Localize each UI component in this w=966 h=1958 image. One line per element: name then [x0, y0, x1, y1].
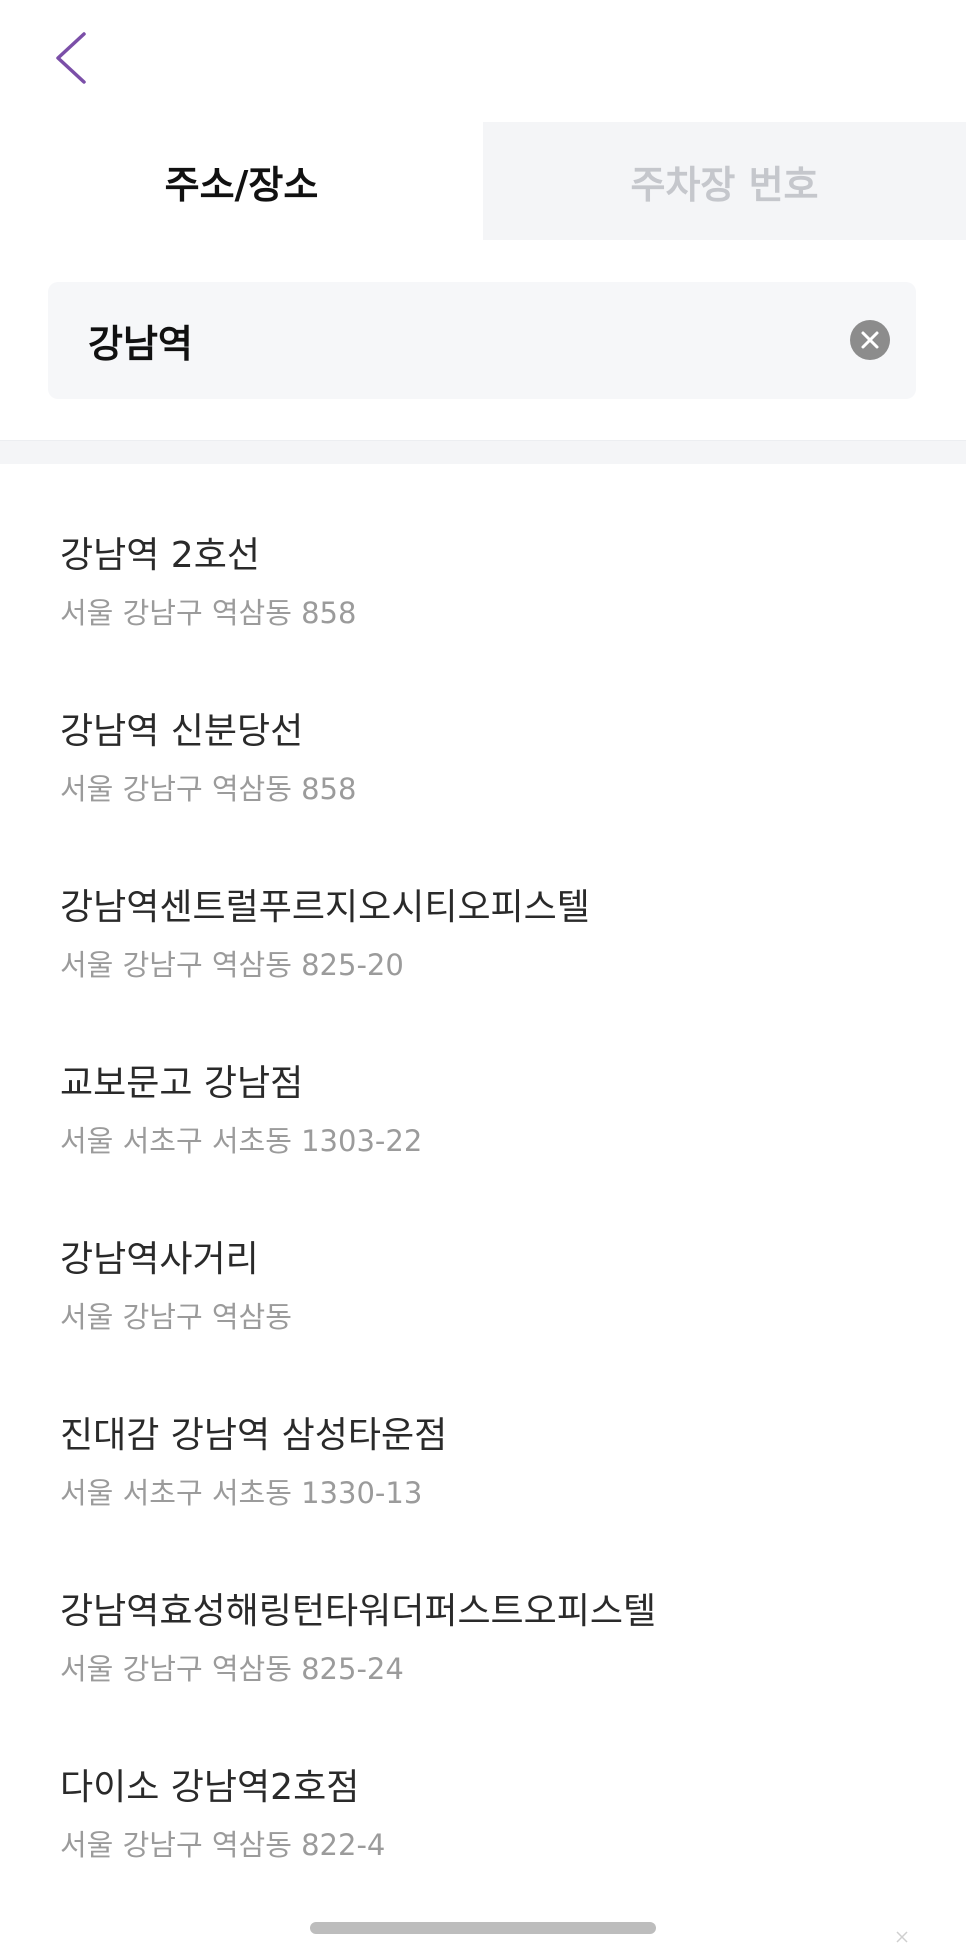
search-results-list: 강남역 2호선 서울 강남구 역삼동 858 강남역 신분당선 서울 강남구 역…: [0, 530, 966, 1938]
result-item[interactable]: 진대감 강남역 삼성타운점 서울 서초구 서초동 1330-13: [0, 1410, 966, 1586]
chevron-left-icon: [56, 32, 86, 84]
close-icon: [861, 331, 879, 349]
search-mode-tabs: 주소/장소 주차장 번호: [0, 122, 966, 240]
result-name: 강남역센트럴푸르지오시티오피스텔: [60, 887, 590, 928]
result-name: 강남역효성해링턴타워더퍼스트오피스텔: [60, 1591, 657, 1632]
result-address: 서울 강남구 역삼동 825-20: [60, 948, 404, 982]
result-name: 교보문고 강남점: [60, 1063, 304, 1104]
result-address: 서울 강남구 역삼동 825-24: [60, 1652, 404, 1686]
result-name: 강남역 신분당선: [60, 711, 304, 752]
result-address: 서울 강남구 역삼동 858: [60, 772, 357, 806]
result-name: 강남역사거리: [60, 1239, 259, 1280]
result-name: 진대감 강남역 삼성타운점: [60, 1415, 448, 1456]
back-button[interactable]: [52, 28, 112, 88]
result-item[interactable]: 강남역효성해링턴타워더퍼스트오피스텔 서울 강남구 역삼동 825-24: [0, 1586, 966, 1762]
result-address: 서울 서초구 서초동 1303-22: [60, 1124, 423, 1158]
result-address: 서울 서초구 서초동 1330-13: [60, 1476, 423, 1510]
search-box: [48, 282, 916, 399]
result-item[interactable]: 강남역 신분당선 서울 강남구 역삼동 858: [0, 706, 966, 882]
search-input[interactable]: [88, 300, 788, 381]
home-indicator: [310, 1922, 656, 1934]
result-item[interactable]: 강남역 2호선 서울 강남구 역삼동 858: [0, 530, 966, 706]
result-item[interactable]: 교보문고 강남점 서울 서초구 서초동 1303-22: [0, 1058, 966, 1234]
result-name: 다이소 강남역2호점: [60, 1767, 360, 1808]
tab-parking-number[interactable]: 주차장 번호: [483, 122, 966, 240]
result-address: 서울 강남구 역삼동 858: [60, 596, 357, 630]
clear-search-button[interactable]: [850, 320, 890, 360]
result-address: 서울 강남구 역삼동 822-4: [60, 1828, 386, 1862]
section-divider: [0, 440, 966, 464]
result-name: 강남역 2호선: [60, 535, 260, 576]
result-item[interactable]: 강남역센트럴푸르지오시티오피스텔 서울 강남구 역삼동 825-20: [0, 882, 966, 1058]
result-item[interactable]: 강남역사거리 서울 강남구 역삼동: [0, 1234, 966, 1410]
tab-address-place[interactable]: 주소/장소: [0, 122, 483, 240]
search-screen: 주소/장소 주차장 번호 강남역 2호선 서울 강남구 역삼동 858 강남역 …: [0, 0, 966, 1958]
close-icon: [896, 1931, 908, 1943]
result-address: 서울 강남구 역삼동: [60, 1300, 292, 1334]
result-item[interactable]: 다이소 강남역2호점 서울 강남구 역삼동 822-4: [0, 1762, 966, 1938]
